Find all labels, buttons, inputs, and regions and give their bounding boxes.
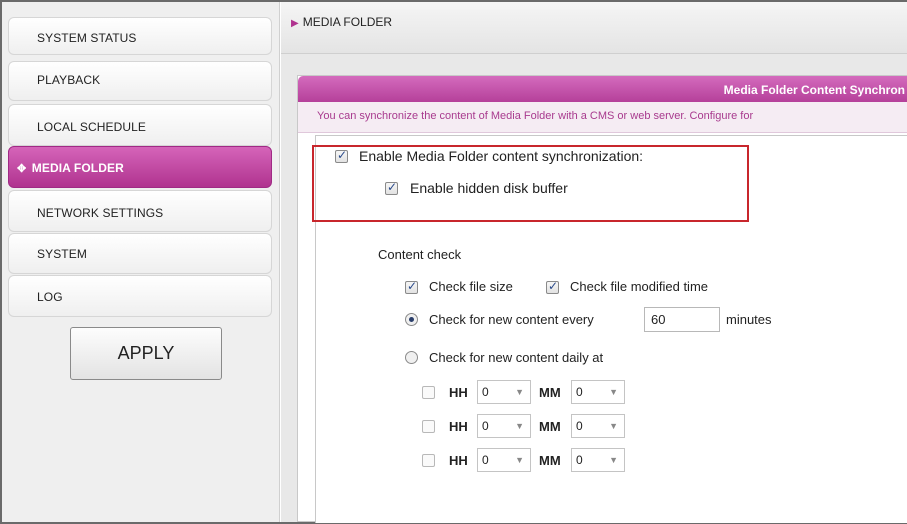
hh-select[interactable]: 0 ▼: [477, 380, 531, 404]
highlight-box: [312, 145, 749, 222]
sidebar: SYSTEM STATUS PLAYBACK LOCAL SCHEDULE ✥ …: [2, 2, 280, 522]
interval-minutes-input[interactable]: 60: [644, 307, 720, 332]
sidebar-item-label: MEDIA FOLDER: [31, 161, 124, 175]
mm-label: MM: [539, 385, 561, 400]
mm-select[interactable]: 0 ▼: [571, 380, 625, 404]
sidebar-item-label: SYSTEM STATUS: [37, 31, 137, 45]
interval-radio[interactable]: [405, 313, 418, 326]
sidebar-item-system-status[interactable]: SYSTEM STATUS: [8, 17, 272, 55]
daily-time-checkbox[interactable]: [422, 420, 435, 433]
content-check-heading: Content check: [378, 247, 462, 262]
apply-button[interactable]: APPLY: [70, 327, 222, 380]
hh-label: HH: [449, 419, 468, 434]
chevron-down-icon: ▼: [515, 387, 524, 397]
sidebar-item-label: NETWORK SETTINGS: [37, 206, 164, 220]
diamond-arrows-icon: ✥: [17, 163, 27, 175]
sync-panel: Media Folder Content Synchron You can sy…: [297, 75, 907, 523]
sidebar-item-label: SYSTEM: [37, 247, 87, 261]
page-title: ▶ MEDIA FOLDER: [291, 15, 393, 29]
sidebar-item-media-folder[interactable]: ✥ MEDIA FOLDER: [8, 146, 272, 188]
check-modified-label: Check file modified time: [570, 279, 708, 294]
chevron-down-icon: ▼: [515, 421, 524, 431]
check-file-size-label: Check file size: [429, 279, 513, 294]
hh-label: HH: [449, 385, 468, 400]
sidebar-item-label: PLAYBACK: [37, 73, 101, 87]
chevron-down-icon: ▼: [609, 387, 618, 397]
sidebar-item-network-settings[interactable]: NETWORK SETTINGS: [8, 190, 272, 232]
page-header: ▶ MEDIA FOLDER: [281, 2, 907, 54]
sidebar-item-log[interactable]: LOG: [8, 275, 272, 317]
mm-label: MM: [539, 453, 561, 468]
chevron-down-icon: ▼: [609, 421, 618, 431]
panel-title: Media Folder Content Synchron: [298, 76, 907, 102]
daily-radio[interactable]: [405, 351, 418, 364]
mm-label: MM: [539, 419, 561, 434]
main-content: ▶ MEDIA FOLDER Media Folder Content Synch…: [281, 2, 907, 523]
daily-label: Check for new content daily at: [429, 350, 604, 365]
sidebar-item-label: LOG: [37, 290, 63, 304]
sidebar-item-local-schedule[interactable]: LOCAL SCHEDULE: [8, 104, 272, 146]
panel-description: You can synchronize the content of Media…: [298, 102, 907, 133]
sidebar-item-label: LOCAL SCHEDULE: [37, 120, 146, 134]
mm-select[interactable]: 0 ▼: [571, 448, 625, 472]
daily-time-checkbox[interactable]: [422, 386, 435, 399]
check-file-size-checkbox[interactable]: [405, 279, 418, 294]
chevron-down-icon: ▼: [609, 455, 618, 465]
chevron-down-icon: ▼: [515, 455, 524, 465]
mm-select[interactable]: 0 ▼: [571, 414, 625, 438]
hh-label: HH: [449, 453, 468, 468]
interval-unit-label: minutes: [726, 312, 772, 327]
sidebar-item-playback[interactable]: PLAYBACK: [8, 61, 272, 101]
hh-select[interactable]: 0 ▼: [477, 414, 531, 438]
check-modified-checkbox[interactable]: [546, 279, 559, 294]
interval-label: Check for new content every: [429, 312, 594, 327]
hh-select[interactable]: 0 ▼: [477, 448, 531, 472]
triangle-right-icon: ▶: [291, 18, 299, 29]
daily-time-checkbox[interactable]: [422, 454, 435, 467]
sidebar-item-system[interactable]: SYSTEM: [8, 233, 272, 274]
